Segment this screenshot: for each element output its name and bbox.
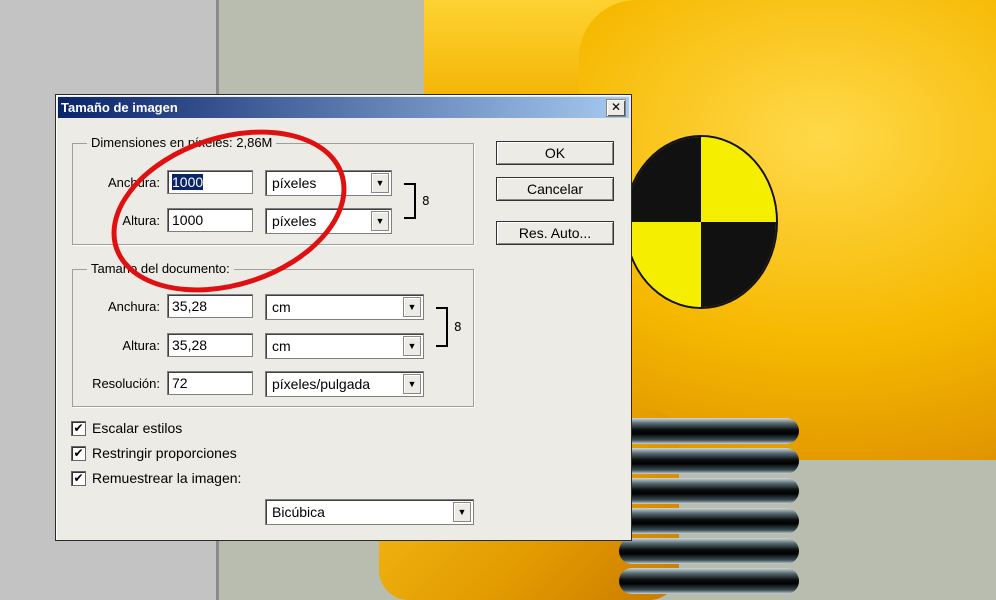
chevron-down-icon[interactable]: ▼	[371, 173, 389, 193]
constrain-proportions-checkbox[interactable]: ✔	[71, 446, 86, 461]
check-icon: ✔	[73, 446, 84, 460]
doc-height-unit-value: cm	[272, 338, 291, 354]
cancel-button[interactable]: Cancelar	[496, 177, 614, 201]
doc-height-input[interactable]: 35,28	[167, 333, 253, 357]
doc-width-value: 35,28	[172, 298, 208, 314]
dialog-title: Tamaño de imagen	[61, 100, 178, 115]
scale-styles-checkbox[interactable]: ✔	[71, 421, 86, 436]
pixel-width-input[interactable]: 1000	[167, 170, 253, 194]
doc-height-label: Altura:	[122, 338, 160, 353]
doc-width-input[interactable]: 35,28	[167, 294, 253, 318]
pixel-width-label: Anchura:	[107, 175, 160, 190]
check-icon: ✔	[73, 421, 84, 435]
chain-link-icon: 8	[422, 194, 430, 208]
pixel-height-input[interactable]: 1000	[167, 208, 253, 232]
chevron-down-icon[interactable]: ▼	[403, 297, 421, 317]
image-size-dialog: Tamaño de imagen ✕ Dimensiones en píxele…	[55, 94, 632, 541]
chevron-down-icon[interactable]: ▼	[371, 211, 389, 231]
pixel-width-unit-value: píxeles	[272, 175, 317, 191]
close-button[interactable]: ✕	[606, 99, 626, 117]
constrain-bracket	[404, 183, 416, 219]
close-icon: ✕	[610, 100, 622, 114]
pixel-height-unit-select[interactable]: píxeles ▼	[265, 208, 392, 234]
resolution-input[interactable]: 72	[167, 371, 253, 395]
resolution-value: 72	[172, 375, 188, 391]
resample-method-select[interactable]: Bicúbica ▼	[265, 499, 474, 525]
pixel-height-label: Altura:	[122, 213, 160, 228]
doc-width-label: Anchura:	[107, 299, 160, 314]
pixel-width-value: 1000	[172, 174, 204, 190]
doc-constrain-bracket	[436, 307, 448, 347]
ok-button[interactable]: OK	[496, 141, 614, 165]
check-icon: ✔	[73, 471, 84, 485]
pixel-width-unit-select[interactable]: píxeles ▼	[265, 170, 392, 196]
chevron-down-icon[interactable]: ▼	[403, 336, 421, 356]
auto-resolution-button[interactable]: Res. Auto...	[496, 221, 614, 245]
doc-width-unit-value: cm	[272, 299, 291, 315]
pixel-height-value: 1000	[172, 212, 204, 228]
doc-height-unit-select[interactable]: cm ▼	[265, 333, 424, 359]
document-size-legend: Tamaño del documento:	[87, 261, 234, 276]
resample-image-label: Remuestrear la imagen:	[92, 470, 242, 486]
crash-test-target-icon	[624, 135, 778, 309]
scale-styles-label: Escalar estilos	[92, 420, 183, 436]
pixel-height-unit-value: píxeles	[272, 213, 317, 229]
image-spring	[619, 410, 799, 600]
doc-height-value: 35,28	[172, 337, 208, 353]
chevron-down-icon[interactable]: ▼	[453, 502, 471, 522]
resolution-label: Resolución:	[92, 376, 160, 391]
chevron-down-icon[interactable]: ▼	[403, 374, 421, 394]
resolution-unit-select[interactable]: píxeles/pulgada ▼	[265, 371, 424, 397]
resample-image-checkbox[interactable]: ✔	[71, 471, 86, 486]
constrain-proportions-label: Restringir proporciones	[92, 445, 237, 461]
pixel-dimensions-legend: Dimensiones en píxeles: 2,86M	[87, 135, 277, 150]
doc-width-unit-select[interactable]: cm ▼	[265, 294, 424, 320]
resample-method-value: Bicúbica	[272, 504, 325, 520]
chain-link-icon: 8	[454, 320, 462, 334]
resolution-unit-value: píxeles/pulgada	[272, 376, 371, 392]
dialog-title-bar[interactable]: Tamaño de imagen ✕	[58, 97, 629, 118]
